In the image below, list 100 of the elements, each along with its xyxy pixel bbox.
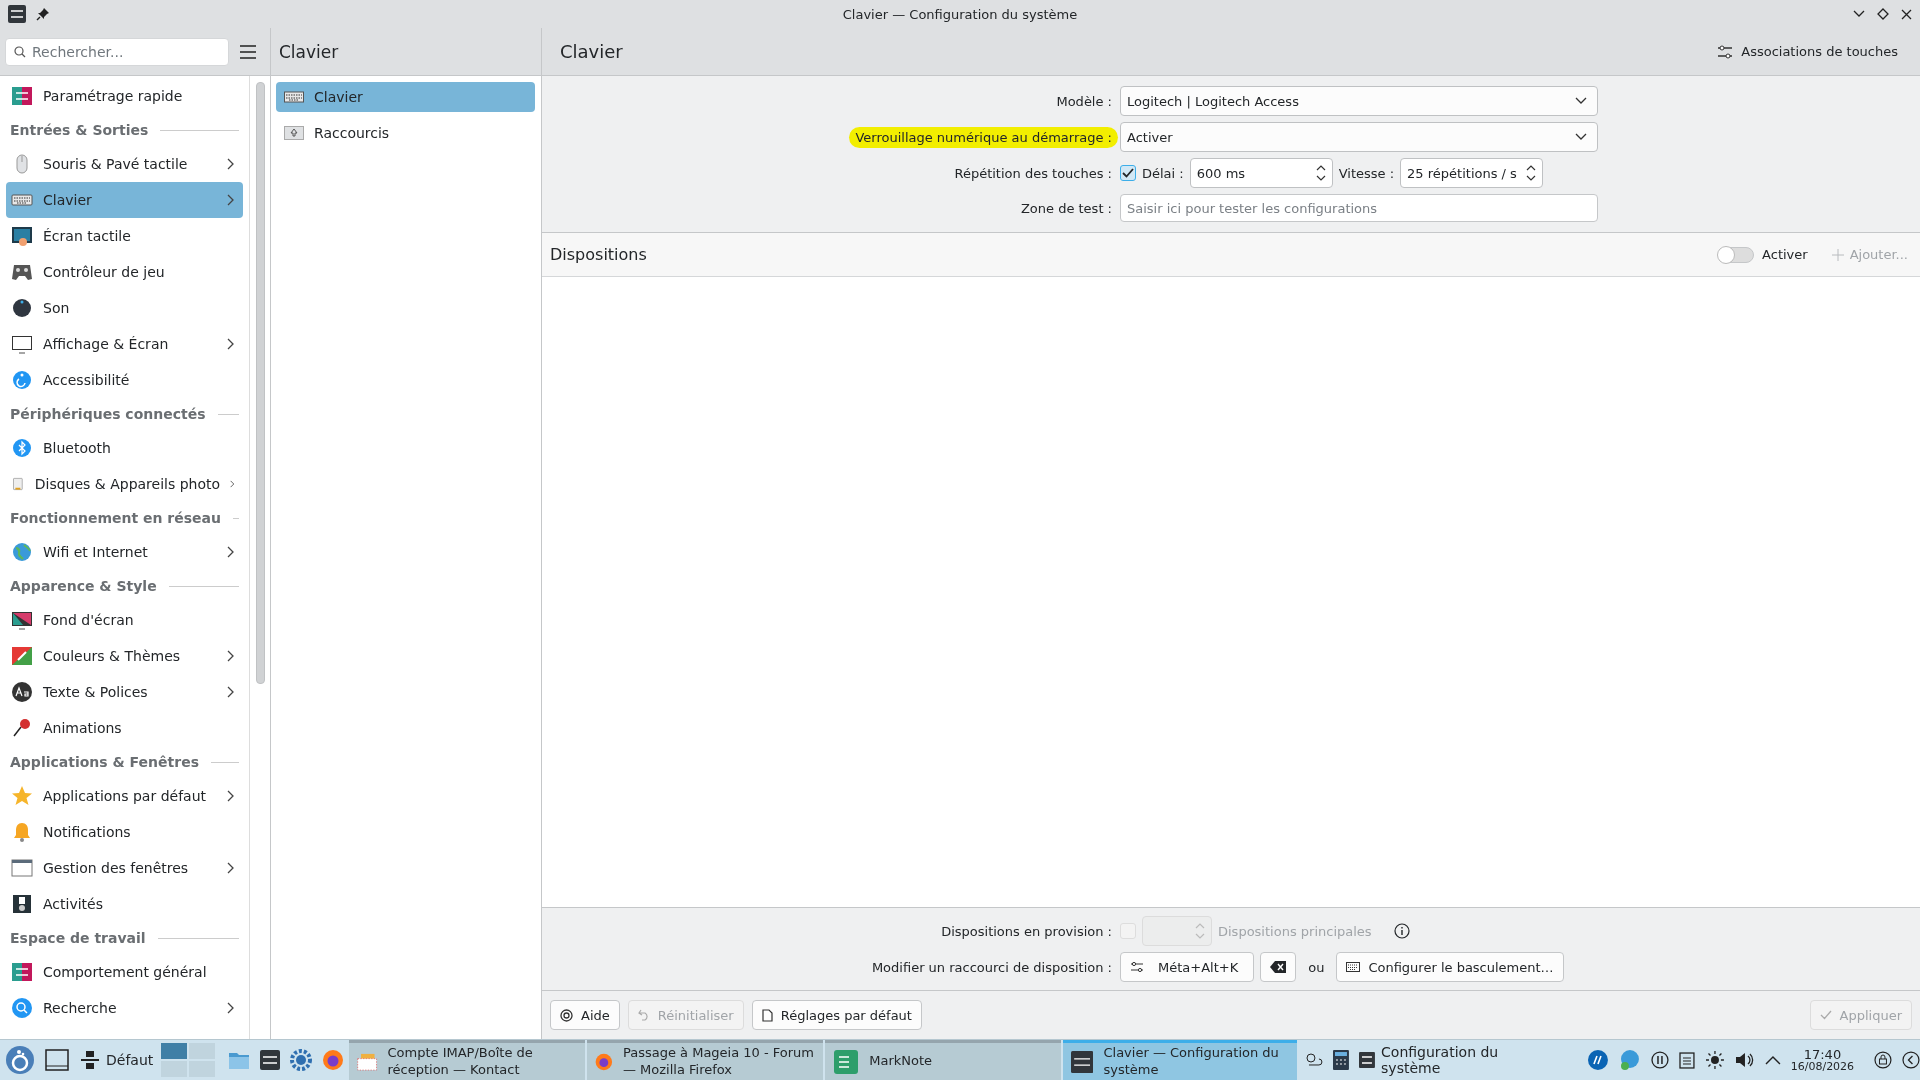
section-header: Espace de travail [10,930,146,946]
section-header: Périphériques connectés [10,406,206,422]
sidebar-item[interactable]: Wifi et Internet [6,534,244,570]
activity-label[interactable]: Défaut [106,1052,154,1068]
app-icon[interactable] [8,5,26,23]
sidebar-item[interactable]: Couleurs & Thèmes [6,638,244,674]
spin-arrows-icon[interactable] [1314,163,1327,183]
settings-icon[interactable] [1359,1052,1376,1068]
field-label: Répétition des touches : [953,165,1112,181]
settings-icon[interactable] [260,1050,281,1070]
task-button[interactable]: MarkNote [825,1040,1062,1080]
sliders-icon [1130,961,1144,973]
field-label: Modèle : [1055,93,1112,109]
printer-logo-icon[interactable] [1587,1049,1610,1071]
sidebar-item[interactable]: Écran tactile [6,218,244,254]
window-title: Clavier — Configuration du système [842,6,1078,22]
minimize-icon[interactable] [1853,10,1865,18]
chevron-up-icon[interactable] [1764,1055,1781,1065]
field-label: Verrouillage numérique au démarrage : [849,126,1118,148]
sidebar-item[interactable]: Accessibilité [6,362,244,398]
backspace-icon [1270,961,1287,973]
clear-button[interactable] [1260,952,1297,982]
toggle-switch[interactable] [1718,246,1755,263]
info-icon[interactable] [1393,923,1410,939]
sidebar-item[interactable]: Recherche [6,990,244,1026]
sidebar-item[interactable]: Bluetooth [6,430,244,466]
sidebar-item[interactable]: Comportement général [6,954,244,990]
field-label: Délai : [1142,165,1184,181]
clock[interactable]: 17:40 16/08/2026 [1790,1048,1855,1072]
back-icon[interactable] [1902,1051,1920,1069]
keyboard-icon [1346,961,1361,973]
subpage-item[interactable]: Clavier [276,82,535,112]
clock-date: 16/08/2026 [1790,1061,1855,1072]
launcher-icon[interactable] [5,1045,35,1075]
browser-icon[interactable] [322,1049,345,1071]
key-bindings-button[interactable]: Associations de touches [1711,43,1904,60]
close-icon[interactable] [1901,8,1912,20]
sidebar-item[interactable]: Activités [6,886,244,922]
configure-button[interactable]: Configurer le basculement… [1336,952,1564,982]
clock-time: 17:40 [1803,1048,1842,1061]
activities-icon [11,893,33,915]
volume-icon[interactable] [1734,1051,1755,1069]
virtual-desktop[interactable] [161,1043,188,1059]
pause-icon[interactable] [1651,1051,1669,1069]
task-button[interactable]: Passage à Mageia 10 - Forum — Mozilla Firefox [587,1040,824,1080]
menu-icon[interactable] [239,44,257,59]
sidebar-item[interactable]: Affichage & Écran [6,326,244,362]
show-desktop-icon[interactable] [45,1048,69,1072]
sidebar-item[interactable]: Son [6,290,244,326]
pin-icon[interactable] [36,7,50,21]
search-icon [14,45,26,58]
keyboard-icon [284,90,304,104]
toggle-label: Activer [1762,247,1808,262]
field-label: Vitesse : [1338,165,1395,181]
page-title: Clavier [559,41,623,62]
task-button[interactable]: Compte IMAP/Boîte de réception — Kontact [349,1040,586,1080]
field-label: Dispositions principales [1218,923,1372,939]
sidebar-item[interactable]: Contrôleur de jeu [6,254,244,290]
calculator-icon[interactable] [1333,1050,1350,1070]
subpage-item[interactable]: Raccourcis [276,118,535,148]
search-field[interactable]: Rechercher... [5,37,229,66]
rate-spinbox[interactable]: 25 répétitions / s [1400,158,1544,188]
bell-icon [11,821,33,843]
delay-spinbox[interactable]: 600 ms [1189,158,1333,188]
clipboard-icon[interactable] [1679,1051,1695,1069]
activity-switcher-icon[interactable] [79,1049,101,1071]
notebook-icon [833,1048,860,1075]
sidebar-item[interactable]: Disques & Appareils photo [6,466,244,502]
lock-icon[interactable] [1874,1051,1893,1069]
maximize-icon[interactable] [1877,8,1889,20]
section-header: Fonctionnement en réseau [10,510,221,526]
task-button[interactable]: Clavier — Configuration du système [1063,1040,1298,1080]
dialog-button[interactable]: Réglages par défaut [751,1000,922,1030]
undo-icon [637,1009,650,1021]
sidebar-item[interactable]: Paramétrage rapide [6,78,244,114]
speaker-icon [11,297,33,319]
sidebar-item[interactable]: Applications par défaut [6,778,244,814]
spin-arrows-icon[interactable] [1525,163,1538,183]
sidebar-item[interactable]: Clavier [6,182,244,218]
globe-icon [11,541,33,563]
gear-icon[interactable] [290,1049,313,1071]
sliders-icon [11,85,33,107]
sidebar-item[interactable]: Animations [6,710,244,746]
numlock-dropdown[interactable]: Activer [1120,122,1598,152]
sidebar-item[interactable]: Texte & Polices [6,674,244,710]
test-input-field[interactable]: Saisir ici pour tester les configurations [1120,194,1598,222]
brightness-icon[interactable] [1704,1050,1725,1070]
tray-app-label[interactable]: Configuration du système [1381,1044,1562,1076]
field-label: Zone de test : [1019,200,1112,216]
dialog-button[interactable]: Aide [550,1000,620,1030]
touchscreen-icon [11,225,33,247]
model-dropdown[interactable]: Logitech | Logitech Access [1120,86,1598,116]
sidebar-item[interactable]: Gestion des fenêtres [6,850,244,886]
sidebar-item[interactable]: Souris & Pavé tactile [6,146,244,182]
bluetooth-icon [11,437,33,459]
scrollbar-thumb[interactable] [255,82,265,684]
sidebar-item[interactable]: Notifications [6,814,244,850]
shortcut-button[interactable]: Méta+Alt+K [1120,952,1255,982]
sidebar-item[interactable]: Fond d'écran [6,602,244,638]
checkbox[interactable] [1120,165,1136,181]
